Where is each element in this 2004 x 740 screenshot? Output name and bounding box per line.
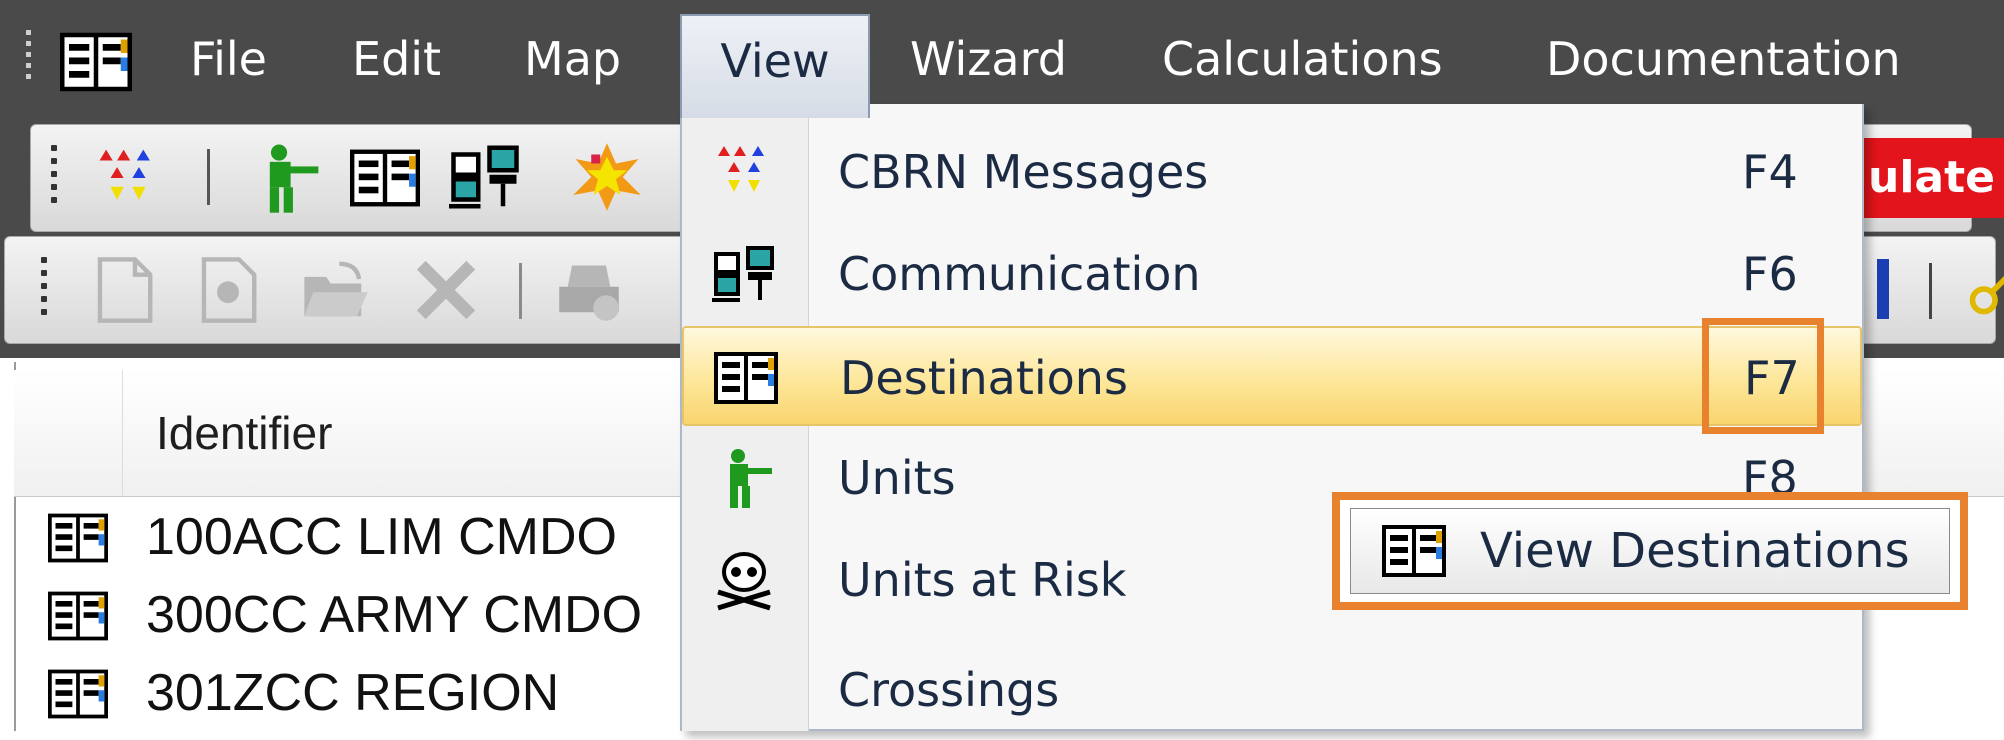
shortcut-highlight-box: [1702, 318, 1824, 434]
skull-icon: [712, 548, 776, 612]
column-header-identifier[interactable]: Identifier: [156, 370, 332, 496]
menu-item-label: Units at Risk: [838, 553, 1127, 607]
print-icon[interactable]: [553, 257, 625, 325]
menu-item-destinations[interactable]: Destinations F7: [682, 326, 1862, 426]
destinations-book-icon: [714, 346, 778, 410]
menu-item-shortcut: F4: [1742, 145, 1798, 199]
open-folder-icon[interactable]: [297, 255, 373, 325]
menu-item-communication[interactable]: Communication F6: [682, 224, 1862, 324]
menu-documentation[interactable]: Documentation: [1524, 14, 1923, 104]
menu-calculations[interactable]: Calculations: [1140, 14, 1465, 104]
menu-item-shortcut: F6: [1742, 247, 1798, 301]
cbrn-messages-icon[interactable]: [93, 143, 163, 213]
toolbar-separator: [1929, 263, 1932, 319]
calculate-button[interactable]: ulate: [1840, 138, 2004, 218]
menubar-grip[interactable]: [26, 30, 32, 85]
menu-bar: File Edit Map Wizard Calculations Docume…: [0, 0, 2004, 118]
new-document-icon[interactable]: [89, 255, 159, 325]
soldier-unit-icon: [712, 446, 776, 510]
destination-book-icon: [40, 508, 116, 568]
toolbar-separator: [519, 263, 522, 319]
menu-item-label: Destinations: [840, 351, 1128, 405]
destinations-book-icon: [1371, 519, 1457, 583]
menu-item-label: Communication: [838, 247, 1201, 301]
blue-indicator: [1877, 259, 1889, 319]
app-book-icon: [48, 26, 144, 98]
explosion-icon[interactable]: [571, 141, 643, 213]
toolbar-grip[interactable]: [51, 145, 57, 210]
list-item-label: 100ACC LIM CMDO: [146, 508, 617, 566]
list-item-label: 301ZCC REGION: [146, 664, 560, 722]
cbrn-messages-icon: [712, 140, 776, 204]
toolbar-grip[interactable]: [41, 257, 47, 322]
menu-item-label: CBRN Messages: [838, 145, 1209, 199]
menu-item-label: Units: [838, 451, 956, 505]
communication-icon: [712, 242, 776, 306]
list-item-label: 300CC ARMY CMDO: [146, 586, 643, 644]
document-properties-icon[interactable]: [193, 255, 263, 325]
destinations-book-icon[interactable]: [349, 143, 421, 213]
delete-icon[interactable]: [413, 257, 479, 323]
menu-wizard[interactable]: Wizard: [888, 14, 1089, 104]
tooltip-text: View Destinations: [1480, 523, 1910, 579]
toolbar-separator: [207, 149, 210, 205]
menu-edit[interactable]: Edit: [330, 14, 463, 104]
destination-book-icon: [40, 586, 116, 646]
menu-file[interactable]: File: [168, 14, 289, 104]
menu-view[interactable]: View: [680, 14, 870, 118]
menu-item-crossings[interactable]: Crossings: [682, 640, 1862, 740]
soldier-unit-icon[interactable]: [249, 141, 323, 215]
communication-icon[interactable]: [449, 141, 521, 213]
destination-book-icon: [40, 664, 116, 724]
menu-map[interactable]: Map: [502, 14, 643, 104]
key-icon[interactable]: [1965, 259, 2004, 319]
menu-item-cbrn-messages[interactable]: CBRN Messages F4: [682, 122, 1862, 222]
menu-item-label: Crossings: [838, 663, 1060, 717]
header-row-selector[interactable]: [14, 370, 123, 496]
